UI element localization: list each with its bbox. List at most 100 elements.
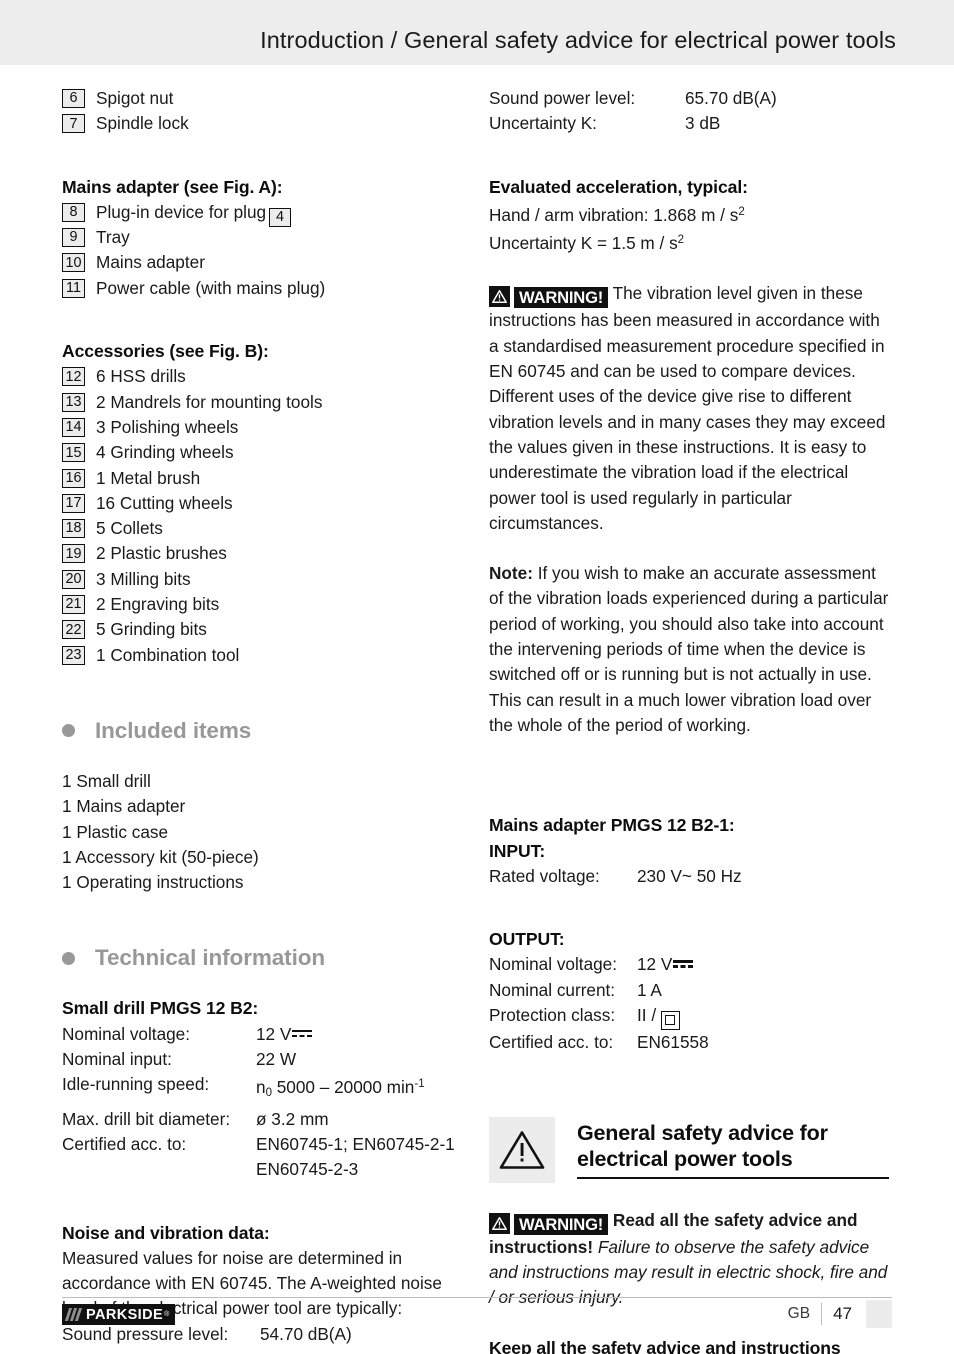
part-number-box: 7: [62, 114, 85, 134]
spec-value: ø 3.2 mm: [256, 1108, 329, 1129]
warning-badge: WARNING!: [514, 1213, 609, 1235]
speed-range: 5000 – 20000 min: [271, 1077, 415, 1098]
left-column: 6 Spigot nut 7 Spindle lock Mains adapte…: [62, 86, 462, 1347]
part-number-box: 20: [62, 569, 85, 589]
spec-row: Rated voltage: 230 V~ 50 Hz: [489, 864, 889, 889]
spec-row: Protection class: II /: [489, 1003, 889, 1030]
spec-label: Rated voltage:: [489, 865, 600, 886]
part-number-box: 12: [62, 367, 85, 387]
spec-value: 54.70 dB(A): [260, 1323, 352, 1344]
warning-triangle-icon: [489, 286, 510, 308]
footer-divider: [62, 1297, 892, 1298]
list-item: 6 Spigot nut: [62, 86, 462, 111]
list-item: 13 2 Mandrels for mounting tools: [62, 390, 462, 415]
part-number-box: 13: [62, 392, 85, 412]
list-item: 23 1 Combination tool: [62, 643, 462, 668]
class-2-insulation-icon: [660, 1010, 680, 1030]
part-label: 5 Collets: [96, 518, 163, 539]
part-number-box: 18: [62, 519, 85, 539]
list-item: 12 6 HSS drills: [62, 364, 462, 389]
section-title: Technical information: [95, 945, 326, 971]
spec-label: Sound pressure level:: [62, 1323, 229, 1344]
part-number-box: 9: [62, 228, 85, 248]
list-item: 15 4 Grinding wheels: [62, 440, 462, 465]
list-item: 18 5 Collets: [62, 516, 462, 541]
part-label: 2 Engraving bits: [96, 594, 220, 615]
dc-current-icon: [673, 957, 694, 969]
list-item: 14 3 Polishing wheels: [62, 415, 462, 440]
list-item: 17 16 Cutting wheels: [62, 491, 462, 516]
spec-label: Idle-running speed:: [62, 1074, 210, 1095]
spec-value: 65.70 dB(A): [685, 88, 777, 108]
included-item: 1 Small drill: [62, 770, 151, 791]
spec-value-text: 12 V: [256, 1023, 292, 1044]
spec-value: 12 V: [637, 952, 694, 977]
spec-row: Certified acc. to: EN61558: [489, 1030, 889, 1055]
note-label: Note:: [489, 563, 533, 584]
part-label-text: Plug-in device for plug: [96, 201, 267, 222]
spec-value: 1 A: [637, 979, 662, 1000]
safety-title-line-1: General safety advice for: [577, 1120, 828, 1145]
included-item: 1 Operating instructions: [62, 872, 244, 893]
warning-triangle-icon: [489, 1212, 510, 1234]
footer-page-info: GB 47: [788, 1300, 892, 1328]
spec-value: EN60745-2-3: [256, 1159, 359, 1180]
dc-current-icon: [292, 1027, 313, 1039]
parkside-logo: PARKSIDE ®: [62, 1304, 176, 1325]
part-label: Plug-in device for plug 4: [96, 200, 292, 227]
page-title: Introduction / General safety advice for…: [260, 27, 896, 53]
vibration-warning-paragraph: WARNING! The vibration level given in th…: [489, 281, 889, 536]
spec-row: Certified acc. to: EN60745-1; EN60745-2-…: [62, 1132, 462, 1157]
spec-label: Sound power level:: [489, 88, 636, 108]
right-column: Sound power level: 65.70 dB(A) Uncertain…: [489, 86, 889, 1354]
logo-registered-icon: ®: [164, 1311, 170, 1318]
section-heading-technical-information: Technical information: [62, 945, 462, 971]
list-item: 20 3 Milling bits: [62, 567, 462, 592]
spec-label: Protection class:: [489, 1005, 616, 1026]
part-number-box: 23: [62, 645, 85, 665]
logo-slashes-icon: [64, 1308, 83, 1321]
warning-badge: WARNING!: [514, 287, 609, 309]
note-text: If you wish to make an accurate assessme…: [489, 563, 889, 735]
bullet-icon: [62, 724, 75, 738]
spec-row: Sound power level: 65.70 dB(A): [489, 86, 889, 111]
part-label: Mains adapter: [96, 252, 205, 273]
section-title: Included items: [95, 717, 252, 743]
part-number-box: 21: [62, 595, 85, 615]
spec-value-text: II /: [637, 1005, 657, 1026]
spec-value: II /: [637, 1003, 680, 1030]
part-number-box: 11: [62, 278, 85, 298]
spec-row: Sound pressure level: 54.70 dB(A): [62, 1322, 462, 1347]
spec-row: Nominal input: 22 W: [62, 1047, 462, 1072]
unit-exponent: 2: [738, 205, 745, 218]
spec-value: 22 W: [256, 1049, 297, 1070]
spec-row: Max. drill bit diameter: ø 3.2 mm: [62, 1107, 462, 1132]
list-item: 22 5 Grinding bits: [62, 617, 462, 642]
spec-label: Certified acc. to:: [489, 1031, 614, 1052]
part-number-box: 17: [62, 493, 85, 513]
spec-label: Nominal input:: [62, 1049, 172, 1070]
part-label: 6 HSS drills: [96, 366, 186, 387]
part-label: 5 Grinding bits: [96, 619, 207, 640]
spec-row: Nominal voltage: 12 V: [489, 952, 889, 977]
small-drill-heading: Small drill PMGS 12 B2:: [62, 998, 259, 1019]
list-item: 19 2 Plastic brushes: [62, 541, 462, 566]
list-item: 16 1 Metal brush: [62, 466, 462, 491]
part-label: 2 Mandrels for mounting tools: [96, 391, 323, 412]
spec-row: Nominal current: 1 A: [489, 978, 889, 1003]
spec-label: [62, 1157, 256, 1182]
warning-triangle-icon: [489, 1116, 555, 1183]
noise-vibration-heading: Noise and vibration data:: [62, 1222, 270, 1243]
list-item: 9 Tray: [62, 225, 462, 250]
